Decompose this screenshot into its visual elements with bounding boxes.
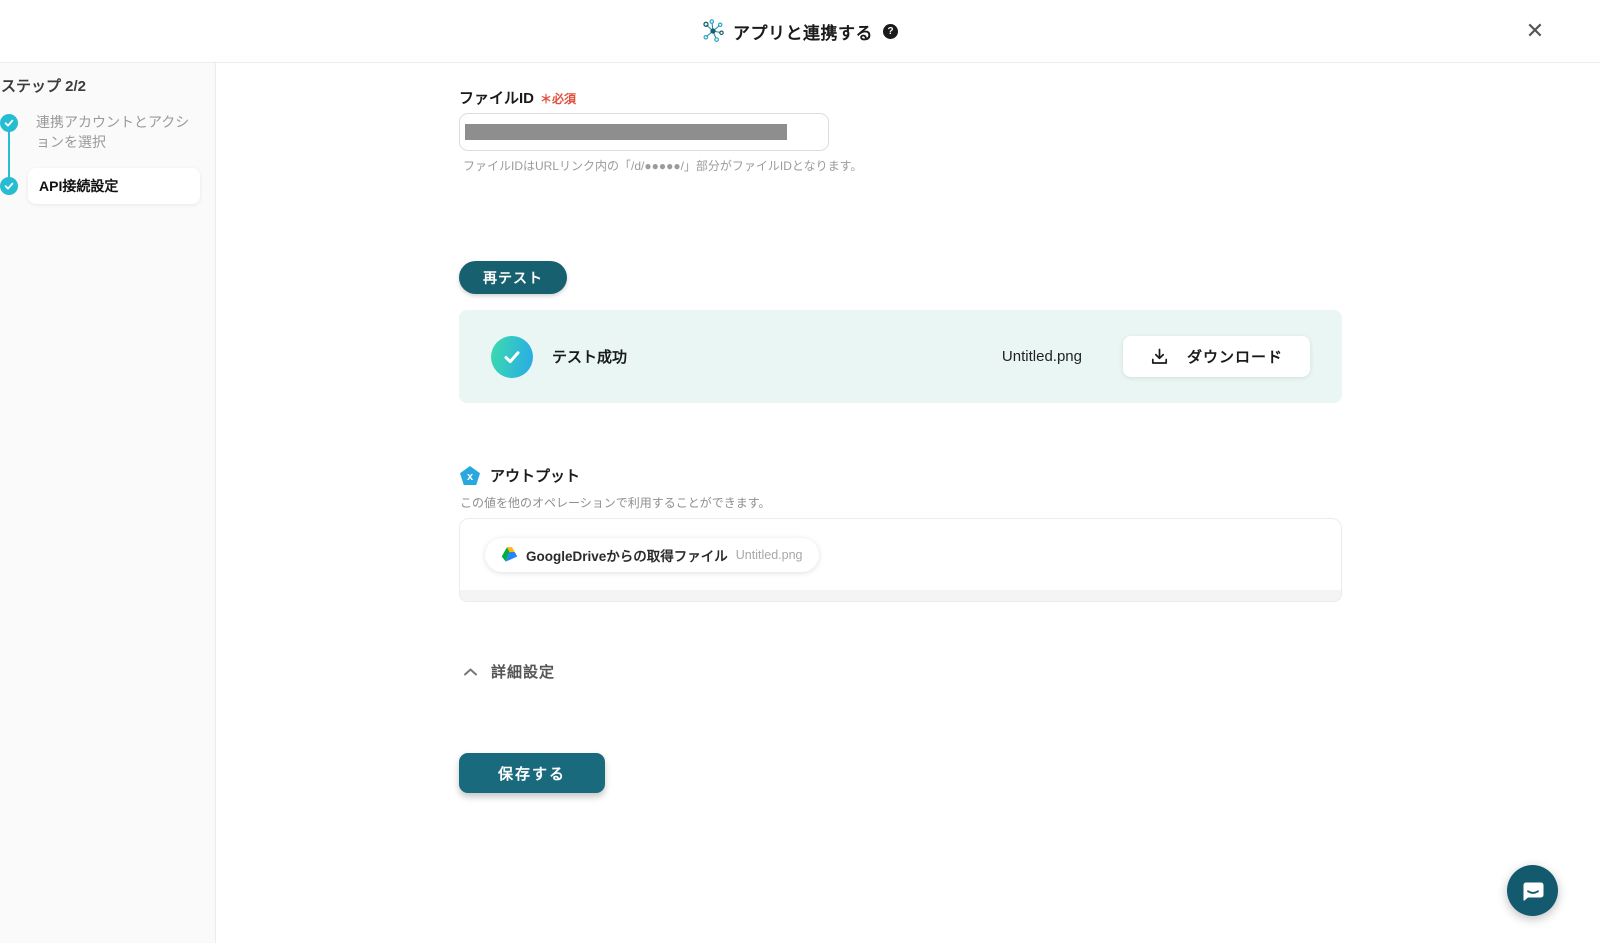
google-drive-icon	[501, 547, 518, 562]
output-chip-label: GoogleDriveからの取得ファイル	[526, 548, 728, 564]
retest-button[interactable]: 再テスト	[459, 261, 567, 294]
file-id-label: ファイルID	[459, 90, 535, 107]
output-description: この値を他のオペレーションで利用することができます。	[460, 496, 771, 510]
download-button-label: ダウンロード	[1186, 349, 1283, 366]
advanced-settings-toggle[interactable]: 詳細設定	[463, 661, 555, 682]
output-chip-google-drive-file[interactable]: GoogleDriveからの取得ファイル Untitled.png	[485, 537, 819, 572]
output-box-footer	[459, 590, 1342, 602]
required-badge: ＊必須	[540, 92, 577, 106]
close-icon[interactable]: ✕	[1522, 18, 1548, 44]
file-id-input[interactable]	[459, 113, 829, 151]
test-status-label: テスト成功	[552, 349, 628, 366]
modal-header: アプリと連携する ? ✕	[0, 0, 1600, 63]
advanced-settings-label: 詳細設定	[491, 664, 556, 681]
download-button[interactable]: ダウンロード	[1122, 336, 1310, 377]
redacted-value-bar	[465, 124, 787, 140]
success-check-icon	[491, 335, 533, 378]
steps-sidebar: ステップ 2/2 連携アカウントとアクションを選択 API接続設定	[0, 63, 216, 943]
help-icon[interactable]: ?	[883, 23, 898, 39]
sidebar-step-api-settings-label: API接続設定	[39, 178, 119, 194]
page-title: アプリと連携する	[733, 23, 873, 43]
sidebar-step-api-settings[interactable]: API接続設定	[28, 168, 200, 204]
chat-bubble-icon	[1520, 878, 1546, 904]
download-icon	[1150, 347, 1169, 366]
output-chip-value: Untitled.png	[735, 547, 803, 562]
save-button[interactable]: 保存する	[459, 753, 605, 793]
output-values-box: GoogleDriveからの取得ファイル Untitled.png	[459, 518, 1342, 590]
step2-check-icon	[0, 177, 18, 195]
main-panel: ファイルID ＊必須 ファイルIDはURLリンク内の「/d/●●●●●/」部分が…	[216, 63, 1600, 943]
test-result-panel: テスト成功 Untitled.png ダウンロード	[459, 310, 1342, 403]
result-file-name: Untitled.png	[1001, 348, 1082, 365]
step-counter: ステップ 2/2	[1, 78, 87, 95]
output-icon: x	[460, 466, 480, 485]
chat-launcher-button[interactable]	[1507, 865, 1558, 916]
output-title: アウトプット	[490, 468, 581, 485]
app-connect-icon	[702, 19, 724, 43]
chevron-up-icon	[463, 667, 478, 677]
file-id-helper: ファイルIDはURLリンク内の「/d/●●●●●/」部分がファイルIDとなります…	[463, 159, 863, 173]
sidebar-step-select-account[interactable]: 連携アカウントとアクションを選択	[36, 112, 196, 152]
step1-check-icon	[0, 114, 18, 132]
